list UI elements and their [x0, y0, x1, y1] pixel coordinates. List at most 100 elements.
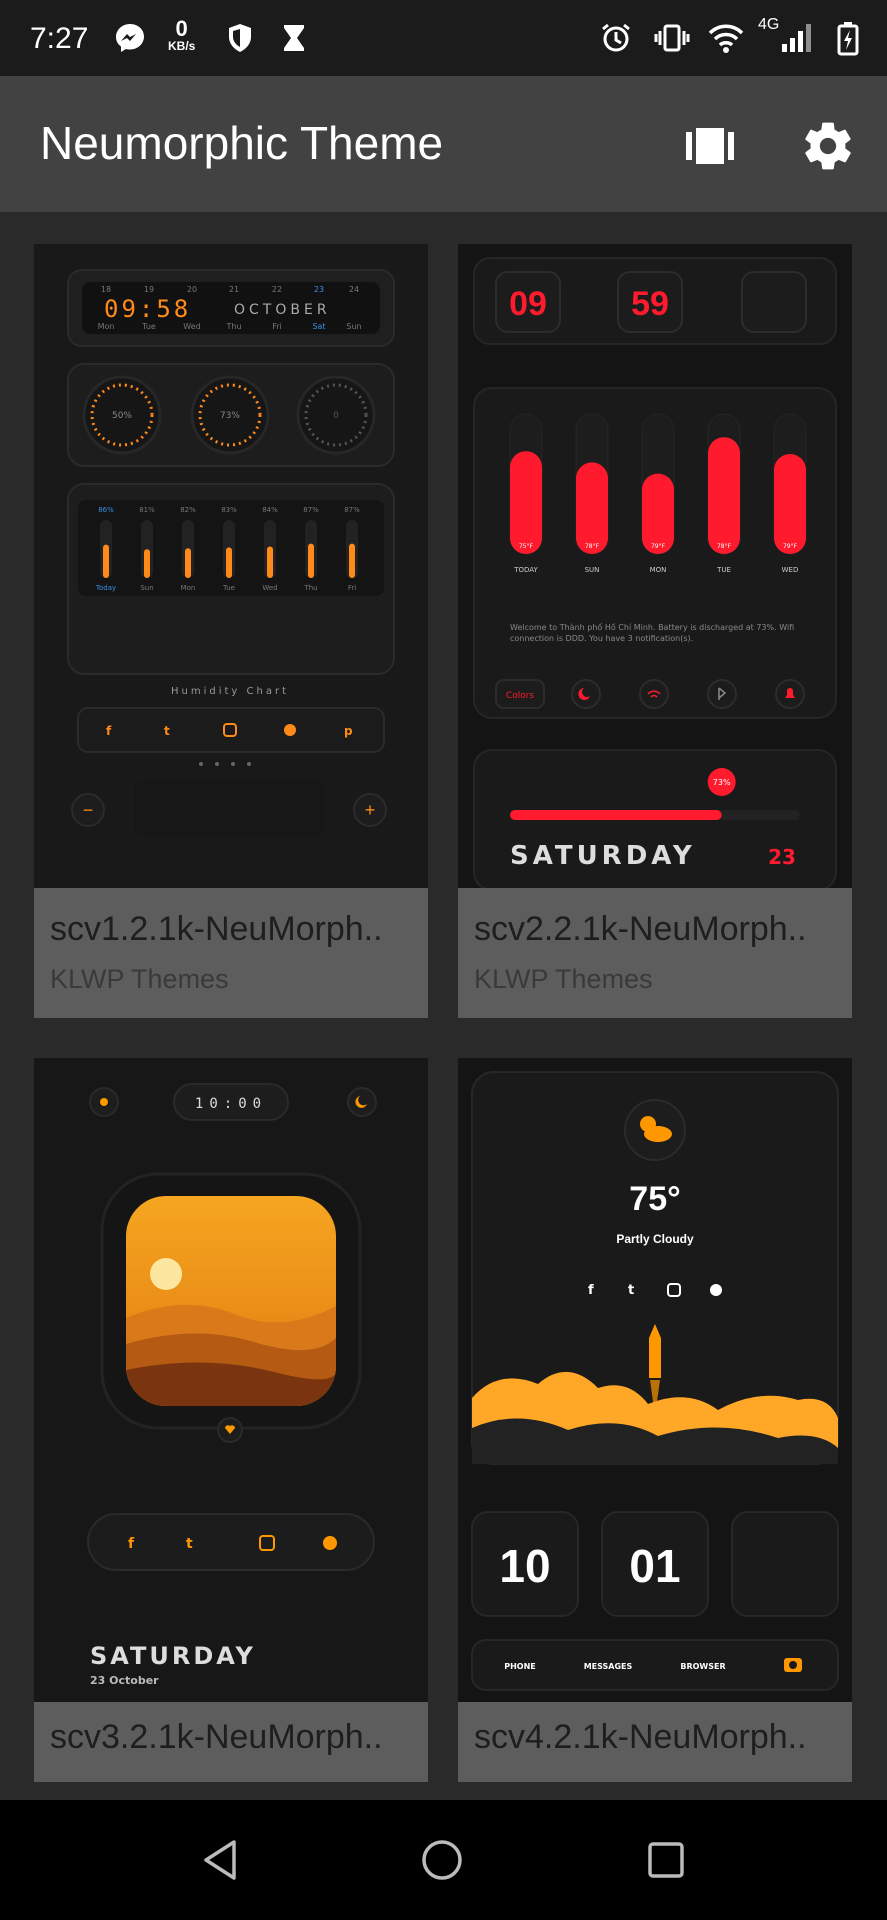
theme-card-4[interactable]: 75° Partly Cloudy f t 10 01 PHONE MESSAG… [458, 1058, 852, 1782]
temp-value: 75°F [519, 543, 534, 550]
weekday-label: SATURDAY [510, 841, 696, 871]
theme-card-1[interactable]: 18 19 20 21 22 23 24 Mon Tue Wed Thu Fri… [34, 244, 428, 1018]
humidity-value: 83% [221, 506, 237, 514]
theme-subtitle: KLWP Themes [474, 964, 653, 994]
net-speed: 0 KB/s [168, 16, 196, 53]
minute-display: 59 [631, 285, 669, 323]
humidity-value: 84% [262, 506, 278, 514]
day-22: 22 [272, 285, 282, 294]
humidity-bar [267, 546, 273, 578]
status-bar: 7:27 0 KB/s 4G [0, 0, 887, 76]
theme-preview-2: 09 59 75°F TODAY 78°F SUN 79°F MON 78°F TUE 79°F… [458, 244, 852, 888]
view-switch-icon[interactable] [684, 120, 736, 172]
temp-value: 78°F [717, 543, 732, 550]
app-title: Neumorphic Theme [40, 117, 444, 169]
plus-icon: + [365, 800, 376, 820]
hour-display: 10 [499, 1540, 550, 1592]
net-speed-value: 0 [175, 16, 188, 41]
humidity-bar [185, 548, 191, 578]
net-speed-unit: KB/s [168, 39, 196, 53]
colors-button: Colors [506, 691, 534, 701]
theme-title: scv1.2.1k-NeuMorph.. [50, 910, 383, 948]
humidity-value: 86% [98, 506, 114, 514]
temp-bar [642, 473, 674, 554]
humidity-day: Tue [222, 584, 235, 592]
weekday-mon: Mon [98, 322, 115, 331]
humidity-value: 87% [303, 506, 319, 514]
weekday-sat: Sat [312, 322, 325, 331]
twitter-icon: t [186, 1536, 193, 1552]
alarm-icon [602, 23, 630, 52]
gauge-2-label: 73% [220, 411, 240, 421]
humidity-value: 87% [344, 506, 360, 514]
temp-bar [708, 437, 740, 554]
date-label: 23 October [90, 1674, 159, 1687]
system-nav-bar [0, 1800, 887, 1920]
status-time: 7:27 [30, 22, 89, 55]
day-24: 24 [349, 285, 359, 294]
day-23: 23 [314, 285, 324, 294]
recents-icon[interactable] [642, 1836, 690, 1884]
weekday-tue: Tue [141, 322, 156, 331]
reddit-icon [284, 724, 296, 736]
day-20: 20 [187, 285, 197, 294]
settings-icon[interactable] [800, 118, 856, 174]
theme-card-2[interactable]: 09 59 75°F TODAY 78°F SUN 79°F MON 78°F TUE 79°F… [458, 244, 852, 1018]
facebook-icon: f [588, 1283, 594, 1298]
dock-browser: BROWSER [680, 1662, 725, 1671]
temp-value: 78°F [585, 543, 600, 550]
temp-day: WED [782, 566, 799, 574]
theme-card-3[interactable]: 10:00 f t SATURDAY 23 October scv3.2.1k-… [34, 1058, 428, 1782]
signal-icon [782, 24, 811, 52]
theme-title: scv2.2.1k-NeuMorph.. [474, 910, 807, 948]
humidity-day: Fri [348, 584, 356, 592]
facebook-icon: f [128, 1536, 135, 1552]
twitter-icon: t [164, 724, 170, 738]
gauge-1-label: 50% [112, 411, 132, 421]
reddit-icon [710, 1284, 722, 1296]
theme-subtitle: KLWP Themes [50, 964, 229, 994]
weekday-wed: Wed [183, 322, 200, 331]
humidity-day: Sun [140, 584, 153, 592]
theme-caption-3: scv3.2.1k-NeuMorph.. [34, 1702, 428, 1782]
humidity-day: Mon [181, 584, 196, 592]
day-18: 18 [101, 285, 111, 294]
facebook-icon: f [106, 724, 112, 738]
hourglass-icon [284, 25, 304, 51]
day-19: 19 [144, 285, 154, 294]
temp-day: TUE [716, 566, 731, 574]
temp-day: MON [650, 566, 667, 574]
condition: Partly Cloudy [616, 1232, 694, 1246]
weekday-sun: Sun [346, 322, 361, 331]
theme-caption-2: scv2.2.1k-NeuMorph.. KLWP Themes [458, 888, 852, 1018]
wifi-icon [708, 24, 744, 53]
twitter-icon: t [628, 1283, 634, 1298]
humidity-label: Humidity Chart [171, 686, 289, 697]
weekday-thu: Thu [225, 322, 241, 331]
weekday-label: SATURDAY [90, 1642, 256, 1670]
dock-messages: MESSAGES [584, 1662, 633, 1671]
humidity-day: Thu [303, 584, 317, 592]
humidity-value: 81% [139, 506, 155, 514]
hour-display: 09 [509, 285, 547, 323]
clock-display: 09:58 [104, 295, 191, 323]
temp-value: 79°F [783, 543, 798, 550]
humidity-bar [308, 543, 314, 578]
weekday-fri: Fri [272, 322, 282, 331]
home-icon[interactable] [418, 1836, 466, 1884]
battery-bar-fill [510, 810, 722, 820]
back-icon[interactable] [196, 1836, 244, 1884]
messenger-icon [116, 24, 144, 52]
temp-bar [576, 462, 608, 554]
humidity-day: Wed [262, 584, 277, 592]
temp-day: TODAY [513, 566, 538, 574]
sun-icon [100, 1098, 108, 1106]
humidity-bar [103, 544, 109, 578]
vibrate-icon [654, 24, 690, 52]
humidity-bar [349, 543, 355, 578]
minute-display: 01 [629, 1540, 680, 1592]
battery-charging-icon [837, 22, 859, 56]
theme-caption-4: scv4.2.1k-NeuMorph.. [458, 1702, 852, 1782]
app-bar: Neumorphic Theme [0, 76, 887, 212]
temp-bar [510, 451, 542, 554]
